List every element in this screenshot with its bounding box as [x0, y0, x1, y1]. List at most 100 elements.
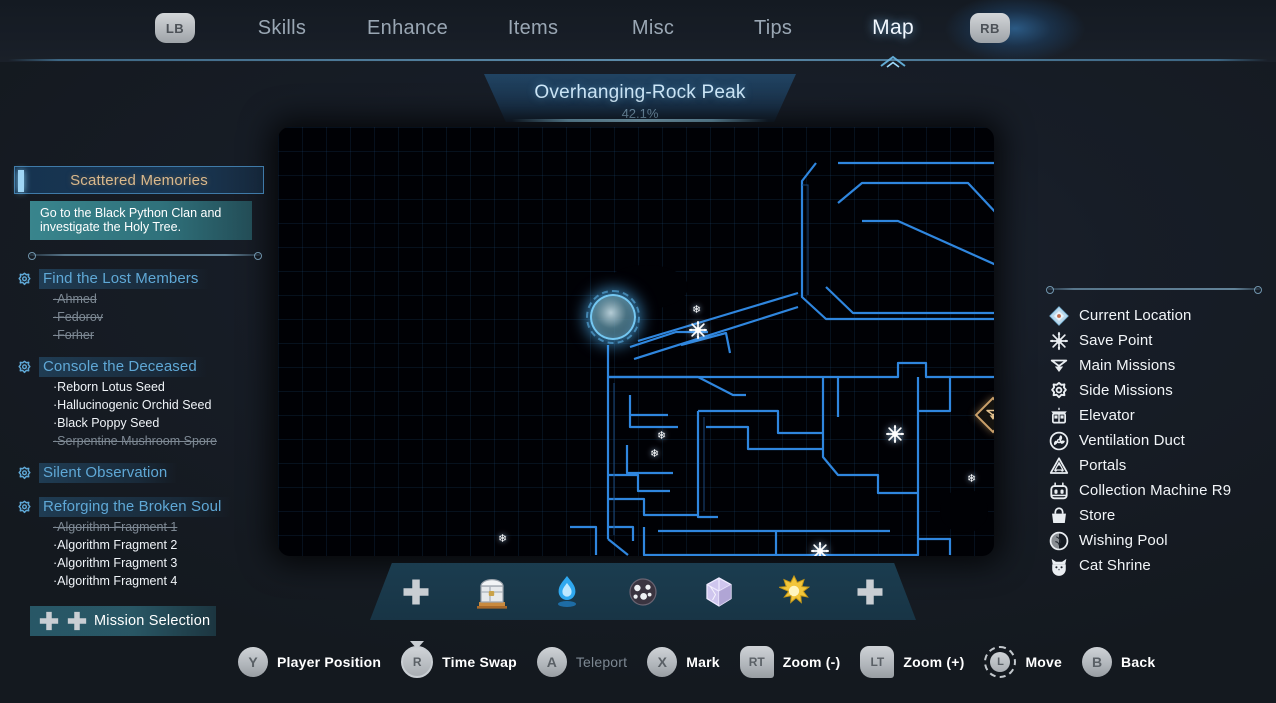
button-prompt[interactable]: R Time Swap — [401, 646, 531, 678]
legend-item: Portals — [1048, 453, 1268, 478]
cat-shrine-icon — [1048, 555, 1070, 577]
gamepad-button-y-icon: Y — [238, 647, 268, 677]
legend-item: Store — [1048, 503, 1268, 528]
gamepad-button-lt-icon: LT — [860, 646, 895, 678]
gamepad-button-a-icon: A — [536, 647, 567, 677]
quest-objective-item: ·Ahmed — [53, 292, 97, 306]
legend-item: Main Missions — [1048, 353, 1268, 378]
map-screen: LB Skills Enhance Items Misc Tips Map RB Overha… — [0, 0, 1276, 703]
map-markers-layer: ❄ ❄ ❄ ❄ ❄ — [278, 127, 994, 556]
dpad-right-icon — [66, 610, 88, 632]
button-prompt-bar: Y Player Position R Time Swap A Teleport X Mark… — [0, 640, 1276, 684]
legend-item-label: Store — [1079, 507, 1116, 524]
gold-star-icon[interactable] — [770, 570, 818, 614]
current-location-icon — [1048, 305, 1070, 327]
quest-objective-item: ·Hallucinogenic Orchid Seed — [53, 398, 212, 412]
tab-skills[interactable]: Skills — [247, 17, 317, 40]
map-small-marker: ❄ — [650, 448, 660, 460]
legend-item-label: Portals — [1079, 457, 1127, 474]
mission-selection-button[interactable]: Mission Selection — [30, 606, 216, 636]
gamepad-button-rt-icon: RT — [739, 646, 774, 678]
quest-group-name: Find the Lost Members — [39, 269, 209, 289]
side-mission-icon — [16, 499, 33, 516]
map-header-underline — [512, 119, 768, 122]
button-prompt[interactable]: X Mark — [647, 647, 733, 677]
quest-group: Reforging the Broken Soul ·Algorithm Frag… — [14, 496, 264, 590]
legend-list: Current Location Save Point Main Missions S… — [1048, 303, 1268, 578]
quest-objective-item: ·Algorithm Fragment 3 — [53, 556, 178, 570]
button-prompt[interactable]: B Back — [1082, 647, 1169, 677]
tab-tips[interactable]: Tips — [738, 17, 808, 40]
blue-flame-icon[interactable] — [543, 570, 591, 614]
button-prompt-label: Mark — [686, 654, 720, 670]
quest-objective-item: ·Fedorov — [53, 310, 104, 324]
tab-enhance[interactable]: Enhance — [367, 17, 448, 40]
map-canvas[interactable]: ❄ ❄ ❄ ❄ ❄ — [278, 127, 994, 556]
player-position-icon — [590, 294, 636, 340]
quest-group-header[interactable]: Reforging the Broken Soul — [14, 496, 264, 518]
legend-item: Current Location — [1048, 303, 1268, 328]
button-prompt-label: Teleport — [575, 654, 628, 670]
legend-item-label: Side Missions — [1079, 382, 1173, 399]
button-prompt[interactable]: Y Player Position — [238, 647, 395, 677]
top-tab-bar: LB Skills Enhance Items Misc Tips Map RB — [0, 0, 1276, 68]
legend-item: Elevator — [1048, 403, 1268, 428]
legend-item: Save Point — [1048, 328, 1268, 353]
button-prompt[interactable]: A Teleport — [536, 647, 641, 677]
legend-item-label: Collection Machine R9 — [1079, 482, 1232, 499]
map-location-name: Overhanging-Rock Peak — [534, 82, 746, 103]
quest-group: Console the Deceased ·Reborn Lotus Seed ·H… — [14, 356, 264, 450]
store-icon — [1048, 505, 1070, 527]
quest-group-header[interactable]: Find the Lost Members — [14, 268, 264, 290]
quest-group-header[interactable]: Console the Deceased — [14, 356, 264, 378]
wishing-pool-icon — [1048, 530, 1070, 552]
quest-objective-item: ·Serpentine Mushroom Spore — [53, 434, 217, 448]
quest-panel: Scattered Memories Go to the Black Pytho… — [14, 166, 264, 590]
quest-group: Silent Observation — [14, 462, 264, 484]
right-bumper-icon[interactable]: RB — [970, 13, 1011, 43]
portal-icon — [1048, 455, 1070, 477]
treasure-chest-icon[interactable] — [468, 570, 516, 614]
legend-item-label: Main Missions — [1079, 357, 1176, 374]
collection-machine-icon — [1048, 480, 1070, 502]
quest-group: Find the Lost Members ·Ahmed ·Fedorov ·Forh… — [14, 268, 264, 344]
legend-item-label: Cat Shrine — [1079, 557, 1151, 574]
legend-item-label: Ventilation Duct — [1079, 432, 1185, 449]
dark-orb-icon[interactable] — [619, 570, 667, 614]
topbar-divider — [8, 59, 1268, 61]
legend-item-label: Current Location — [1079, 307, 1192, 324]
left-bumper-icon[interactable]: LB — [155, 13, 195, 43]
main-mission-marker-icon — [974, 396, 994, 434]
map-small-marker: ❄ — [498, 533, 508, 545]
legend-item: Side Missions — [1048, 378, 1268, 403]
active-quest-header[interactable]: Scattered Memories — [14, 166, 264, 194]
map-location-header: Overhanging-Rock Peak 42.1% — [484, 74, 796, 122]
active-tab-chevron-icon — [876, 50, 910, 68]
legend-item: Collection Machine R9 — [1048, 478, 1268, 503]
tab-map[interactable]: Map — [858, 16, 928, 68]
dpad-left-icon — [38, 610, 60, 632]
side-mission-icon — [16, 271, 33, 288]
gamepad-button-r-icon: R — [401, 646, 434, 678]
button-prompt[interactable]: LT Zoom (+) — [860, 646, 978, 678]
gamepad-button-b-icon: B — [1082, 647, 1113, 677]
crystal-cube-icon[interactable] — [695, 570, 743, 614]
quest-group-header[interactable]: Silent Observation — [14, 462, 264, 484]
side-mission-icon — [1048, 380, 1070, 402]
quest-objective-item: ·Forher — [53, 328, 94, 342]
tab-items[interactable]: Items — [498, 17, 568, 40]
dpad-right-icon[interactable] — [846, 570, 894, 614]
gamepad-button-l-icon: L — [984, 646, 1017, 678]
button-prompt-label: Zoom (-) — [782, 654, 841, 670]
quest-group-name: Silent Observation — [39, 463, 178, 483]
gamepad-button-x-icon: X — [647, 647, 678, 677]
legend-item: Ventilation Duct — [1048, 428, 1268, 453]
button-prompt[interactable]: L Move — [984, 646, 1076, 678]
map-filter-toolbar[interactable] — [370, 563, 916, 620]
side-mission-icon — [16, 359, 33, 376]
button-prompt[interactable]: RT Zoom (-) — [739, 646, 855, 678]
tab-misc[interactable]: Misc — [618, 17, 688, 40]
dpad-left-icon[interactable] — [392, 570, 440, 614]
quest-objective-item: ·Algorithm Fragment 4 — [53, 574, 178, 588]
active-quest-title: Scattered Memories — [70, 171, 208, 189]
